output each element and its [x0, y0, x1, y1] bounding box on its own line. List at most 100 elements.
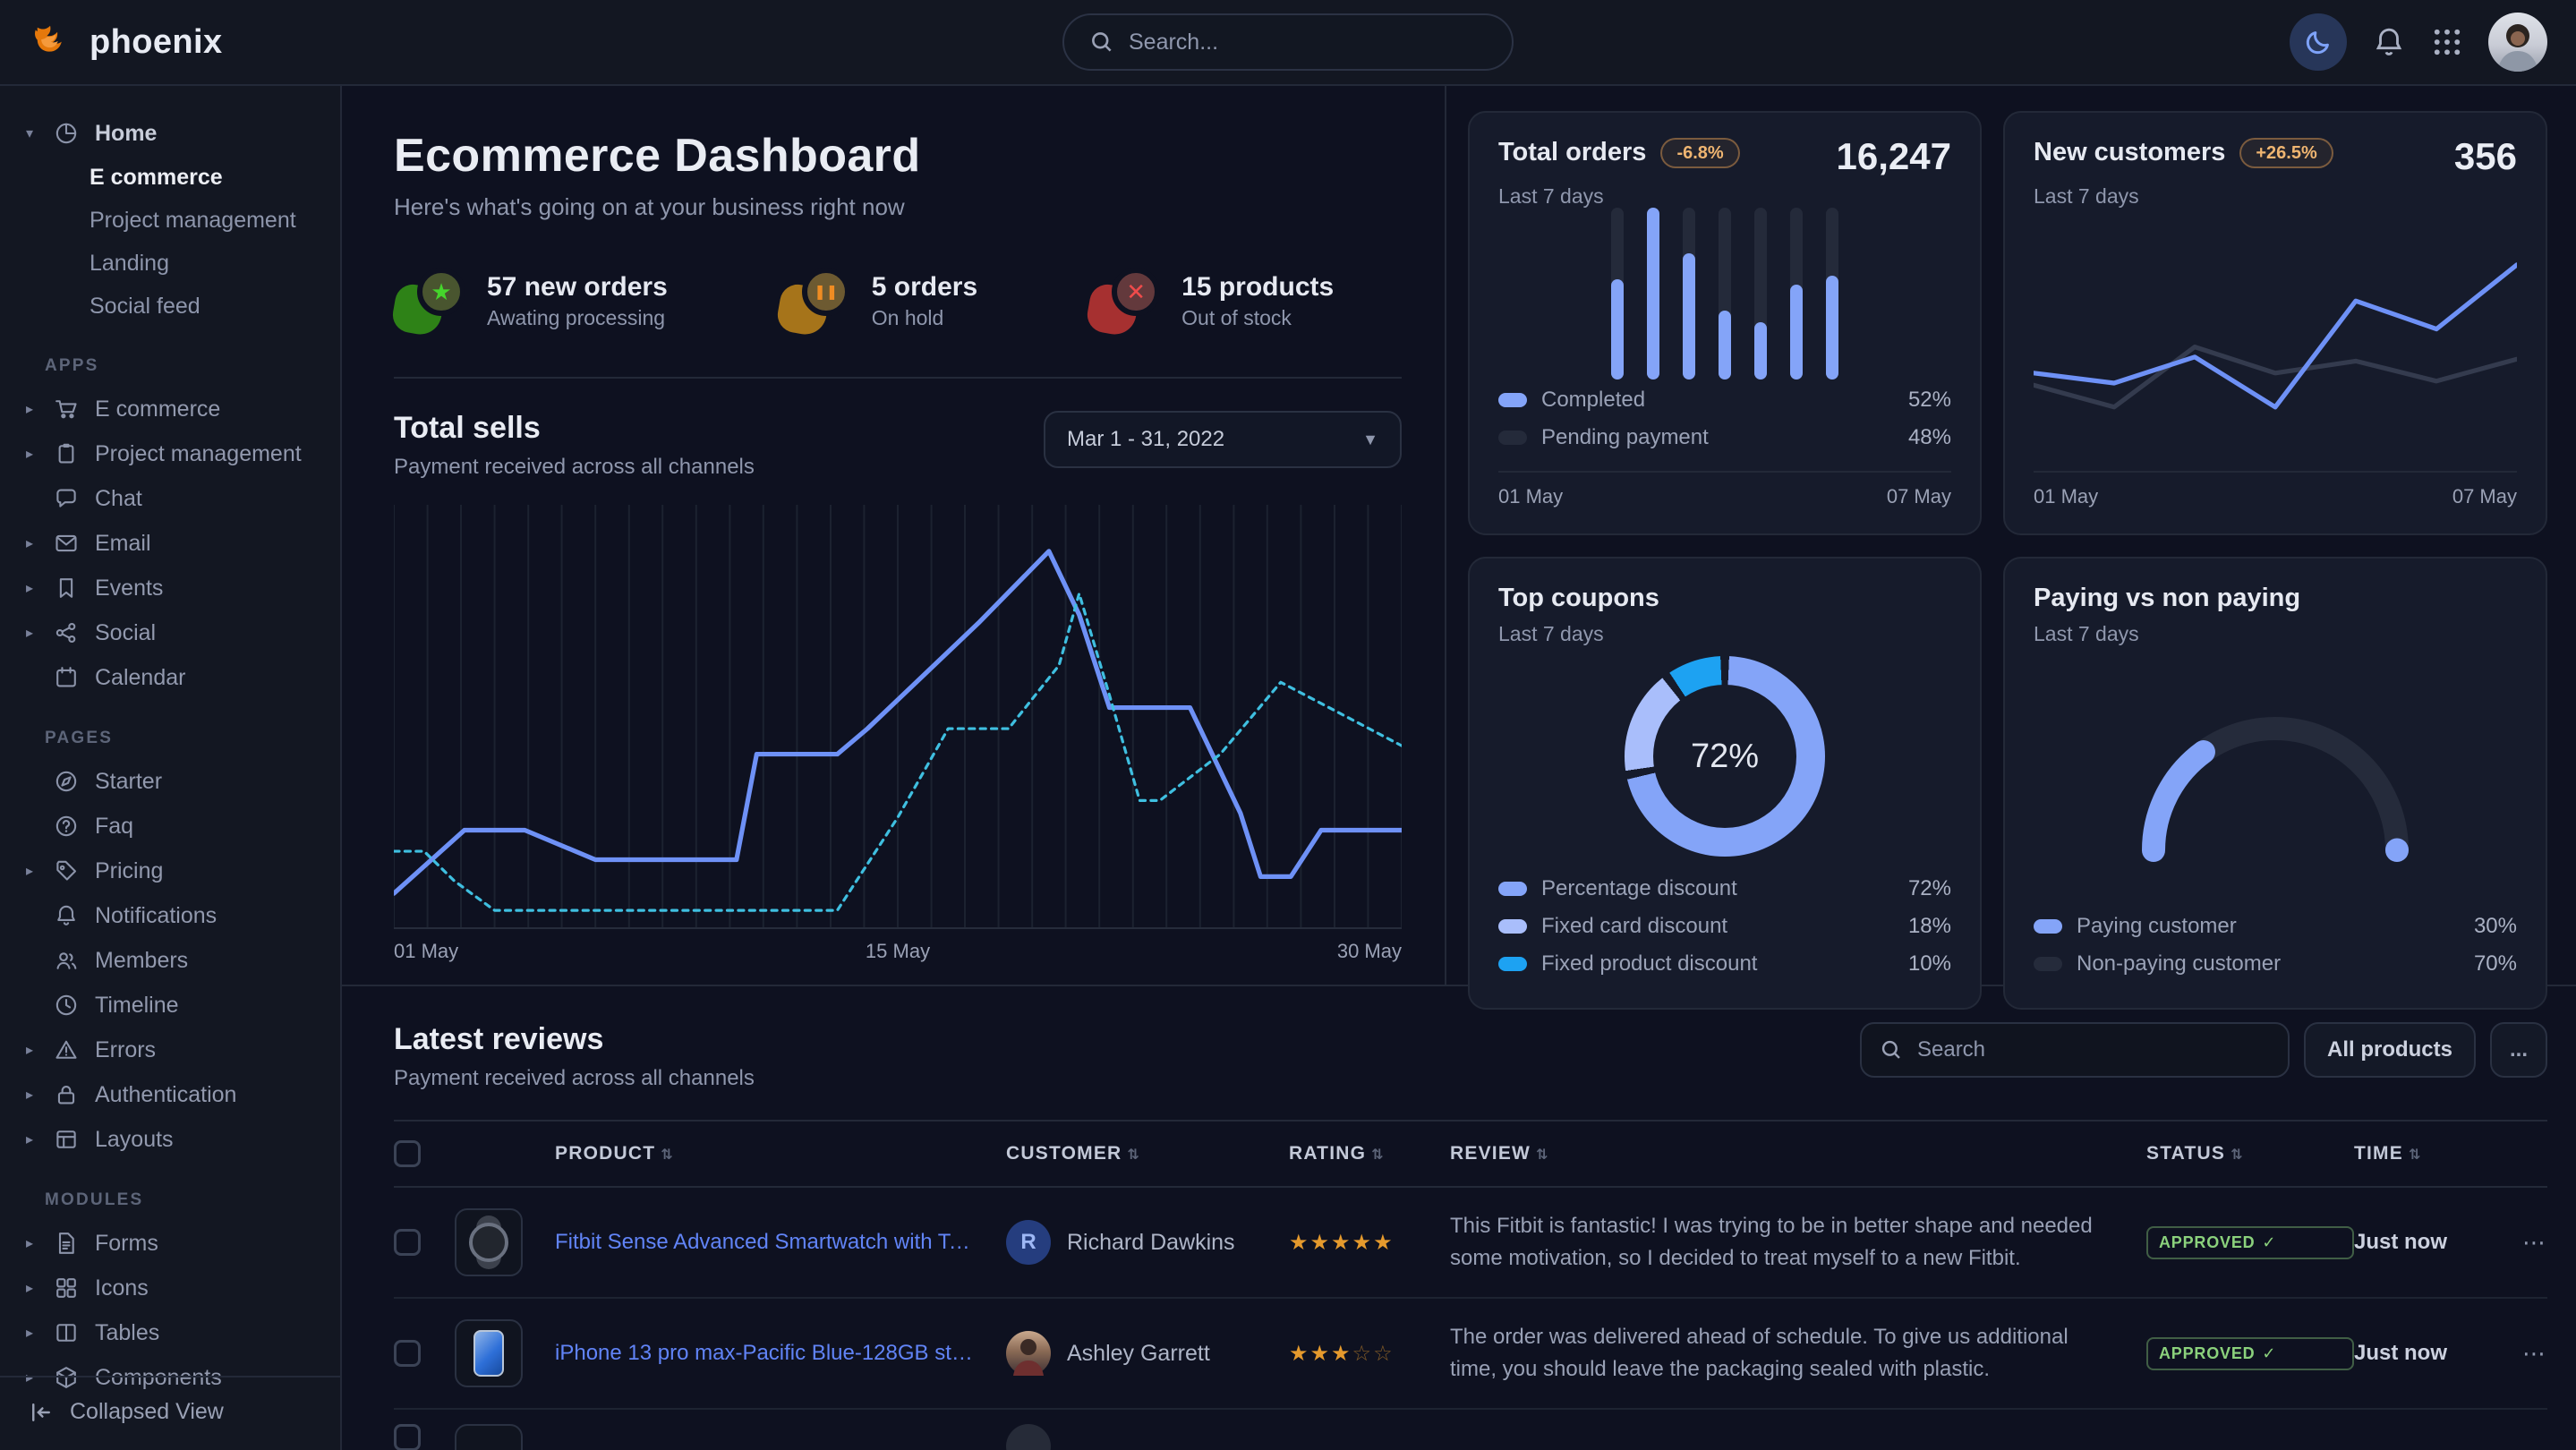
customer-cell[interactable]: RRichard Dawkins	[1006, 1220, 1289, 1265]
sidebar-item-home[interactable]: ▾ Home	[0, 111, 340, 156]
row-more-button[interactable]: ⋯	[2501, 1229, 2547, 1257]
sidebar-item-label: Chat	[95, 486, 142, 512]
sidebar-item-members[interactable]: Members	[0, 938, 340, 983]
bar	[1826, 208, 1838, 380]
sidebar-item-authentication[interactable]: ▸Authentication	[0, 1072, 340, 1117]
brand[interactable]: phoenix	[29, 19, 342, 65]
bar	[1790, 208, 1803, 380]
date-range-select[interactable]: Mar 1 - 31, 2022 ▼	[1044, 411, 1402, 468]
customer-name: Ashley Garrett	[1067, 1341, 1210, 1367]
sidebar-item-events[interactable]: ▸Events	[0, 566, 340, 610]
table-row: Fitbit Sense Advanced Smartwatch with To…	[394, 1188, 2547, 1299]
bookmark-icon	[52, 576, 81, 601]
sidebar-item-faq[interactable]: Faq	[0, 804, 340, 849]
bar	[1611, 208, 1624, 380]
caret-down-icon: ▾	[21, 124, 38, 142]
sidebar-item-notifications[interactable]: Notifications	[0, 893, 340, 938]
sidebar-subitem-e-commerce[interactable]: E commerce	[0, 156, 340, 199]
column-header-product[interactable]: PRODUCT⇅	[555, 1143, 1006, 1164]
theme-toggle-button[interactable]	[2290, 13, 2347, 71]
sidebar-item-social[interactable]: ▸Social	[0, 610, 340, 655]
column-header-customer[interactable]: CUSTOMER⇅	[1006, 1143, 1289, 1164]
customer-cell[interactable]: Ashley Garrett	[1006, 1331, 1289, 1376]
sidebar-item-label: Home	[95, 121, 157, 147]
reviews-search-input[interactable]	[1917, 1037, 2270, 1062]
legend-value: 52%	[1908, 388, 1951, 413]
status-badge: APPROVED ✓	[2146, 1226, 2354, 1259]
row-checkbox[interactable]	[394, 1424, 421, 1450]
global-search-input[interactable]	[1129, 30, 1487, 55]
product-thumbnail[interactable]	[455, 1208, 523, 1276]
sidebar-item-layouts[interactable]: ▸Layouts	[0, 1117, 340, 1162]
reviews-search[interactable]	[1860, 1022, 2290, 1078]
sidebar-item-project-management[interactable]: ▸Project management	[0, 431, 340, 476]
sidebar-item-tables[interactable]: ▸Tables	[0, 1310, 340, 1355]
collapsed-view-button[interactable]: Collapsed View	[0, 1376, 340, 1450]
check-icon: ✓	[2262, 1344, 2276, 1363]
legend-label: Non-paying customer	[2077, 951, 2281, 977]
sort-icon: ⇅	[2409, 1147, 2422, 1163]
caret-right-icon: ▸	[21, 445, 38, 463]
sidebar-item-label: Errors	[95, 1037, 156, 1063]
sidebar-item-email[interactable]: ▸Email	[0, 521, 340, 566]
row-checkbox[interactable]	[394, 1229, 421, 1256]
apps-menu-button[interactable]	[2431, 26, 2463, 58]
product-thumbnail[interactable]	[455, 1424, 523, 1450]
share-icon	[52, 620, 81, 645]
product-link[interactable]: iPhone 13 pro max-Pacific Blue-128GB sto…	[555, 1341, 1006, 1366]
legend-value: 30%	[2474, 914, 2517, 939]
column-header-review[interactable]: REVIEW⇅	[1450, 1143, 2146, 1164]
layout-icon	[52, 1127, 81, 1152]
total-sells-axis: 01 May 15 May 30 May	[394, 929, 1402, 967]
notifications-button[interactable]	[2372, 25, 2406, 59]
card-period: Last 7 days	[1498, 622, 1951, 646]
column-header-time[interactable]: TIME⇅	[2354, 1143, 2501, 1164]
stat-5-orders: ❚❚5 ordersOn hold	[779, 268, 977, 334]
sidebar-item-errors[interactable]: ▸Errors	[0, 1028, 340, 1072]
sidebar-item-icons[interactable]: ▸Icons	[0, 1266, 340, 1310]
column-header-rating[interactable]: RATING⇅	[1289, 1143, 1450, 1164]
pause-badge-icon: ❚❚	[779, 268, 850, 334]
sidebar-subitem-project-management[interactable]: Project management	[0, 199, 340, 242]
new-customers-line-chart	[2034, 233, 2517, 433]
legend-swatch	[1498, 431, 1527, 445]
product-thumbnail[interactable]	[455, 1319, 523, 1387]
bell-icon	[2372, 25, 2406, 59]
legend-label: Fixed product discount	[1541, 951, 1757, 977]
legend-swatch	[2034, 957, 2062, 971]
legend-item-fixed-card-discount: Fixed card discount18%	[1498, 908, 1951, 945]
sort-icon: ⇅	[1371, 1147, 1385, 1163]
row-more-button[interactable]: ⋯	[2501, 1340, 2547, 1368]
card-title: Top coupons	[1498, 584, 1659, 613]
sidebar-item-forms[interactable]: ▸Forms	[0, 1221, 340, 1266]
status-badge: APPROVED ✓	[2146, 1337, 2354, 1370]
legend-value: 18%	[1908, 914, 1951, 939]
card-period: Last 7 days	[2034, 622, 2517, 646]
user-avatar[interactable]	[2488, 13, 2547, 72]
sidebar-item-chat[interactable]: Chat	[0, 476, 340, 521]
sidebar-item-e-commerce[interactable]: ▸E commerce	[0, 387, 340, 431]
select-all-checkbox[interactable]	[394, 1140, 421, 1167]
phoenix-logo-icon	[29, 19, 75, 65]
row-checkbox[interactable]	[394, 1340, 421, 1367]
column-header-status[interactable]: STATUS⇅	[2146, 1143, 2354, 1164]
bar	[1647, 208, 1659, 380]
chevron-down-icon: ▼	[1362, 431, 1378, 449]
sidebar-item-pricing[interactable]: ▸Pricing	[0, 849, 340, 893]
sort-icon: ⇅	[661, 1147, 674, 1163]
sidebar-item-calendar[interactable]: Calendar	[0, 655, 340, 700]
legend-item-percentage-discount: Percentage discount72%	[1498, 870, 1951, 908]
global-search[interactable]	[1062, 13, 1514, 71]
grid-icon	[52, 1275, 81, 1301]
sidebar-subitem-social-feed[interactable]: Social feed	[0, 285, 340, 328]
all-products-button[interactable]: All products	[2304, 1022, 2476, 1078]
sidebar-item-timeline[interactable]: Timeline	[0, 983, 340, 1028]
customer-avatar	[1006, 1424, 1051, 1450]
product-link[interactable]: Fitbit Sense Advanced Smartwatch with To…	[555, 1230, 1006, 1255]
more-options-button[interactable]: ...	[2490, 1022, 2547, 1078]
search-icon	[1089, 30, 1114, 55]
legend-item-pending-payment: Pending payment48%	[1498, 419, 1951, 456]
customer-cell[interactable]	[1006, 1424, 1289, 1450]
sidebar-item-starter[interactable]: Starter	[0, 759, 340, 804]
sidebar-subitem-landing[interactable]: Landing	[0, 242, 340, 285]
